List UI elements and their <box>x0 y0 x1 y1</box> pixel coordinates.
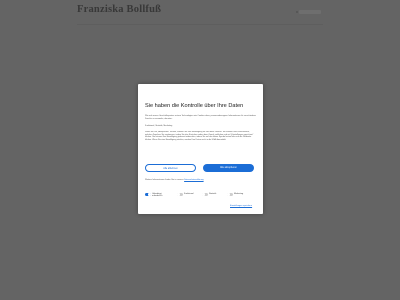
consent-purposes: Funktional, Statistik, Marketing <box>145 125 173 127</box>
consent-more-info: Weitere Informationen finden Sie in unse… <box>145 179 256 182</box>
toggle-label-functional: Funktional <box>184 192 194 195</box>
save-settings-link[interactable]: Einstellungen speichern <box>230 205 252 207</box>
switch-functional[interactable] <box>177 193 183 196</box>
consent-intro: Wir und unsere Geschäftspartner nutzen T… <box>145 115 256 120</box>
toggle-label-statistics: Statistik <box>209 192 217 195</box>
switch-marketing[interactable] <box>227 193 233 196</box>
toggle-label-marketing: Marketing <box>234 192 244 195</box>
toggle-label-necessary: Unbedingt erforderlich <box>152 192 163 198</box>
consent-toggles: Unbedingt erforderlich Funktional Statis… <box>145 190 257 200</box>
switch-necessary[interactable] <box>145 193 151 196</box>
switch-statistics[interactable] <box>202 193 208 196</box>
more-info-text: Weitere Informationen finden Sie in unse… <box>145 179 184 181</box>
privacy-policy-link[interactable]: Datenschutzerklärung <box>184 179 203 181</box>
consent-title: Sie haben die Kontrolle über Ihre Daten <box>145 103 244 109</box>
reject-all-button[interactable]: Alle ablehnen <box>145 164 196 172</box>
accept-all-button[interactable]: Alle akzeptieren <box>203 164 254 172</box>
